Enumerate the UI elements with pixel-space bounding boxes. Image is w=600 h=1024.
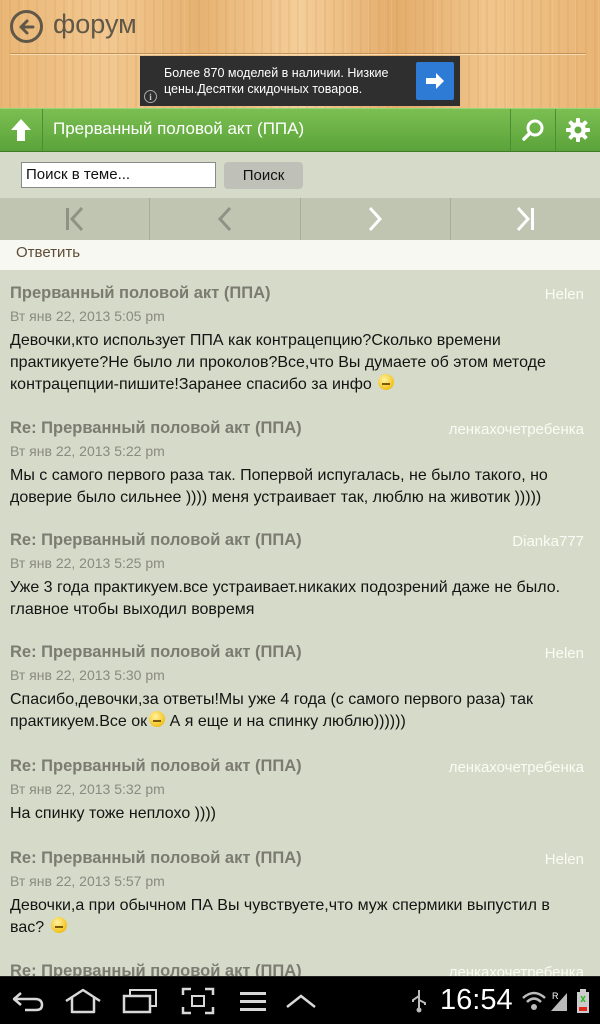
post-date: Вт янв 22, 2013 5:22 pm: [10, 443, 165, 459]
settings-button[interactable]: [555, 109, 600, 151]
back-arrow-icon: [19, 19, 34, 34]
post-body-text: Мы с самого первого раза так. Попервой и…: [10, 467, 548, 506]
nav-back-button[interactable]: [10, 987, 46, 1015]
post-body-text-cont: А я еще и на спинку люблю)))))): [165, 713, 406, 730]
post-body: Уже 3 года практикуем.все устраивает.ник…: [10, 577, 582, 621]
system-navigation-bar: 16:54 R: [0, 976, 600, 1024]
post-body: Мы с самого первого раза так. Попервой и…: [10, 465, 582, 509]
search-row: Поиск в теме... Поиск: [0, 153, 600, 198]
post-body-text: Девочки,кто использует ППА как контрацеп…: [10, 332, 546, 393]
post-body: Девочки,а при обычном ПА Вы чувствуете,ч…: [10, 895, 582, 939]
post-body-text: Девочки,а при обычном ПА Вы чувствуете,ч…: [10, 897, 550, 936]
reply-row: Ответить: [0, 240, 600, 270]
first-page-button[interactable]: [0, 198, 151, 240]
wifi-icon: [522, 991, 546, 1010]
usb-status: [408, 987, 430, 1015]
nav-recent-apps-button[interactable]: [121, 987, 159, 1015]
back-button[interactable]: [10, 10, 43, 43]
search-submit-button[interactable]: Поиск: [224, 162, 303, 189]
screenshot-icon: [181, 987, 215, 1015]
ad-banner[interactable]: i Более 870 моделей в наличии. Низкие це…: [140, 56, 460, 106]
topic-title: Прерванный половой акт (ППА): [53, 119, 305, 138]
last-page-icon: [517, 206, 535, 232]
search-button[interactable]: [510, 109, 554, 151]
menu-icon: [240, 992, 266, 1011]
post-body: Девочки,кто использует ППА как контрацеп…: [10, 330, 582, 396]
arrow-right-icon: [426, 73, 444, 89]
post-author[interactable]: Helen: [545, 645, 584, 662]
post-date: Вт янв 22, 2013 5:57 pm: [10, 873, 165, 889]
ad-text: Более 870 моделей в наличии. Низкие цены…: [164, 66, 389, 96]
clock: 16:54: [440, 984, 513, 1016]
first-page-icon: [65, 206, 83, 232]
reply-link[interactable]: Ответить: [16, 244, 80, 261]
up-button[interactable]: [0, 109, 43, 151]
post-author[interactable]: Helen: [545, 286, 584, 303]
nav-back-icon: [12, 992, 44, 1012]
info-icon[interactable]: i: [144, 90, 157, 103]
search-input[interactable]: Поиск в теме...: [21, 162, 216, 188]
signal-icon: R: [551, 991, 567, 1011]
post-body-text: На спинку тоже неплохо )))): [10, 805, 216, 822]
post-date: Вт янв 22, 2013 5:25 pm: [10, 555, 165, 571]
wifi-status: [521, 987, 547, 1015]
search-icon: [521, 119, 543, 141]
recent-apps-icon: [122, 989, 157, 1014]
nav-quick-panel-button[interactable]: [284, 987, 318, 1015]
svg-text:R: R: [552, 991, 559, 1001]
usb-icon: [412, 990, 426, 1013]
up-arrow-icon: [11, 119, 31, 141]
post-body-text: Уже 3 года практикуем.все устраивает.ник…: [10, 579, 561, 618]
last-page-button[interactable]: [451, 198, 600, 240]
post-date: Вт янв 22, 2013 5:32 pm: [10, 781, 165, 797]
home-icon: [65, 988, 101, 1014]
battery-icon: [577, 989, 589, 1013]
app-title: форум: [53, 9, 137, 39]
ad-arrow-button[interactable]: [416, 62, 454, 100]
post-title: Re: Прерванный половой акт (ППА): [10, 531, 302, 549]
prev-page-button[interactable]: [150, 198, 301, 240]
nav-menu-button[interactable]: [238, 987, 268, 1015]
forum-header: форум i Более 870 моделей в наличии. Низ…: [0, 0, 600, 108]
post-date: Вт янв 22, 2013 5:05 pm: [10, 308, 165, 324]
post-body: Спасибо,девочки,за ответы!Мы уже 4 года …: [10, 689, 582, 733]
pagination-bar: [0, 198, 600, 240]
post-date: Вт янв 22, 2013 5:30 pm: [10, 667, 165, 683]
nav-screenshot-button[interactable]: [180, 987, 216, 1015]
topic-bar: Прерванный половой акт (ППА): [0, 108, 600, 152]
post-title: Re: Прерванный половой акт (ППА): [10, 849, 302, 867]
smiley-icon: [50, 917, 67, 933]
post-title: Re: Прерванный половой акт (ППА): [10, 419, 302, 437]
smiley-icon: [378, 374, 395, 390]
smiley-icon: [149, 711, 166, 727]
post-title: Прерванный половой акт (ППА): [10, 284, 271, 302]
post-author[interactable]: ленкахочетребенка: [449, 421, 584, 438]
posts-list: Прерванный половой акт (ППА) Helen Вт ян…: [0, 270, 600, 976]
battery-status: [574, 987, 592, 1015]
post-author[interactable]: ленкахочетребенка: [449, 964, 584, 976]
post-body: На спинку тоже неплохо )))): [10, 803, 582, 825]
gear-icon: [566, 118, 590, 142]
next-page-icon: [369, 206, 383, 232]
prev-page-icon: [217, 206, 231, 232]
post-author[interactable]: ленкахочетребенка: [449, 759, 584, 776]
next-page-button[interactable]: [301, 198, 451, 240]
post-author[interactable]: Helen: [545, 851, 584, 868]
post-title: Re: Прерванный половой акт (ППА): [10, 757, 302, 775]
chevron-up-icon: [286, 994, 316, 1008]
post-author[interactable]: Dianka777: [512, 533, 584, 550]
post-title: Re: Прерванный половой акт (ППА): [10, 962, 302, 976]
nav-home-button[interactable]: [62, 987, 104, 1015]
post-title: Re: Прерванный половой акт (ППА): [10, 643, 302, 661]
signal-status: R: [548, 987, 570, 1015]
title-divider: [10, 53, 586, 55]
